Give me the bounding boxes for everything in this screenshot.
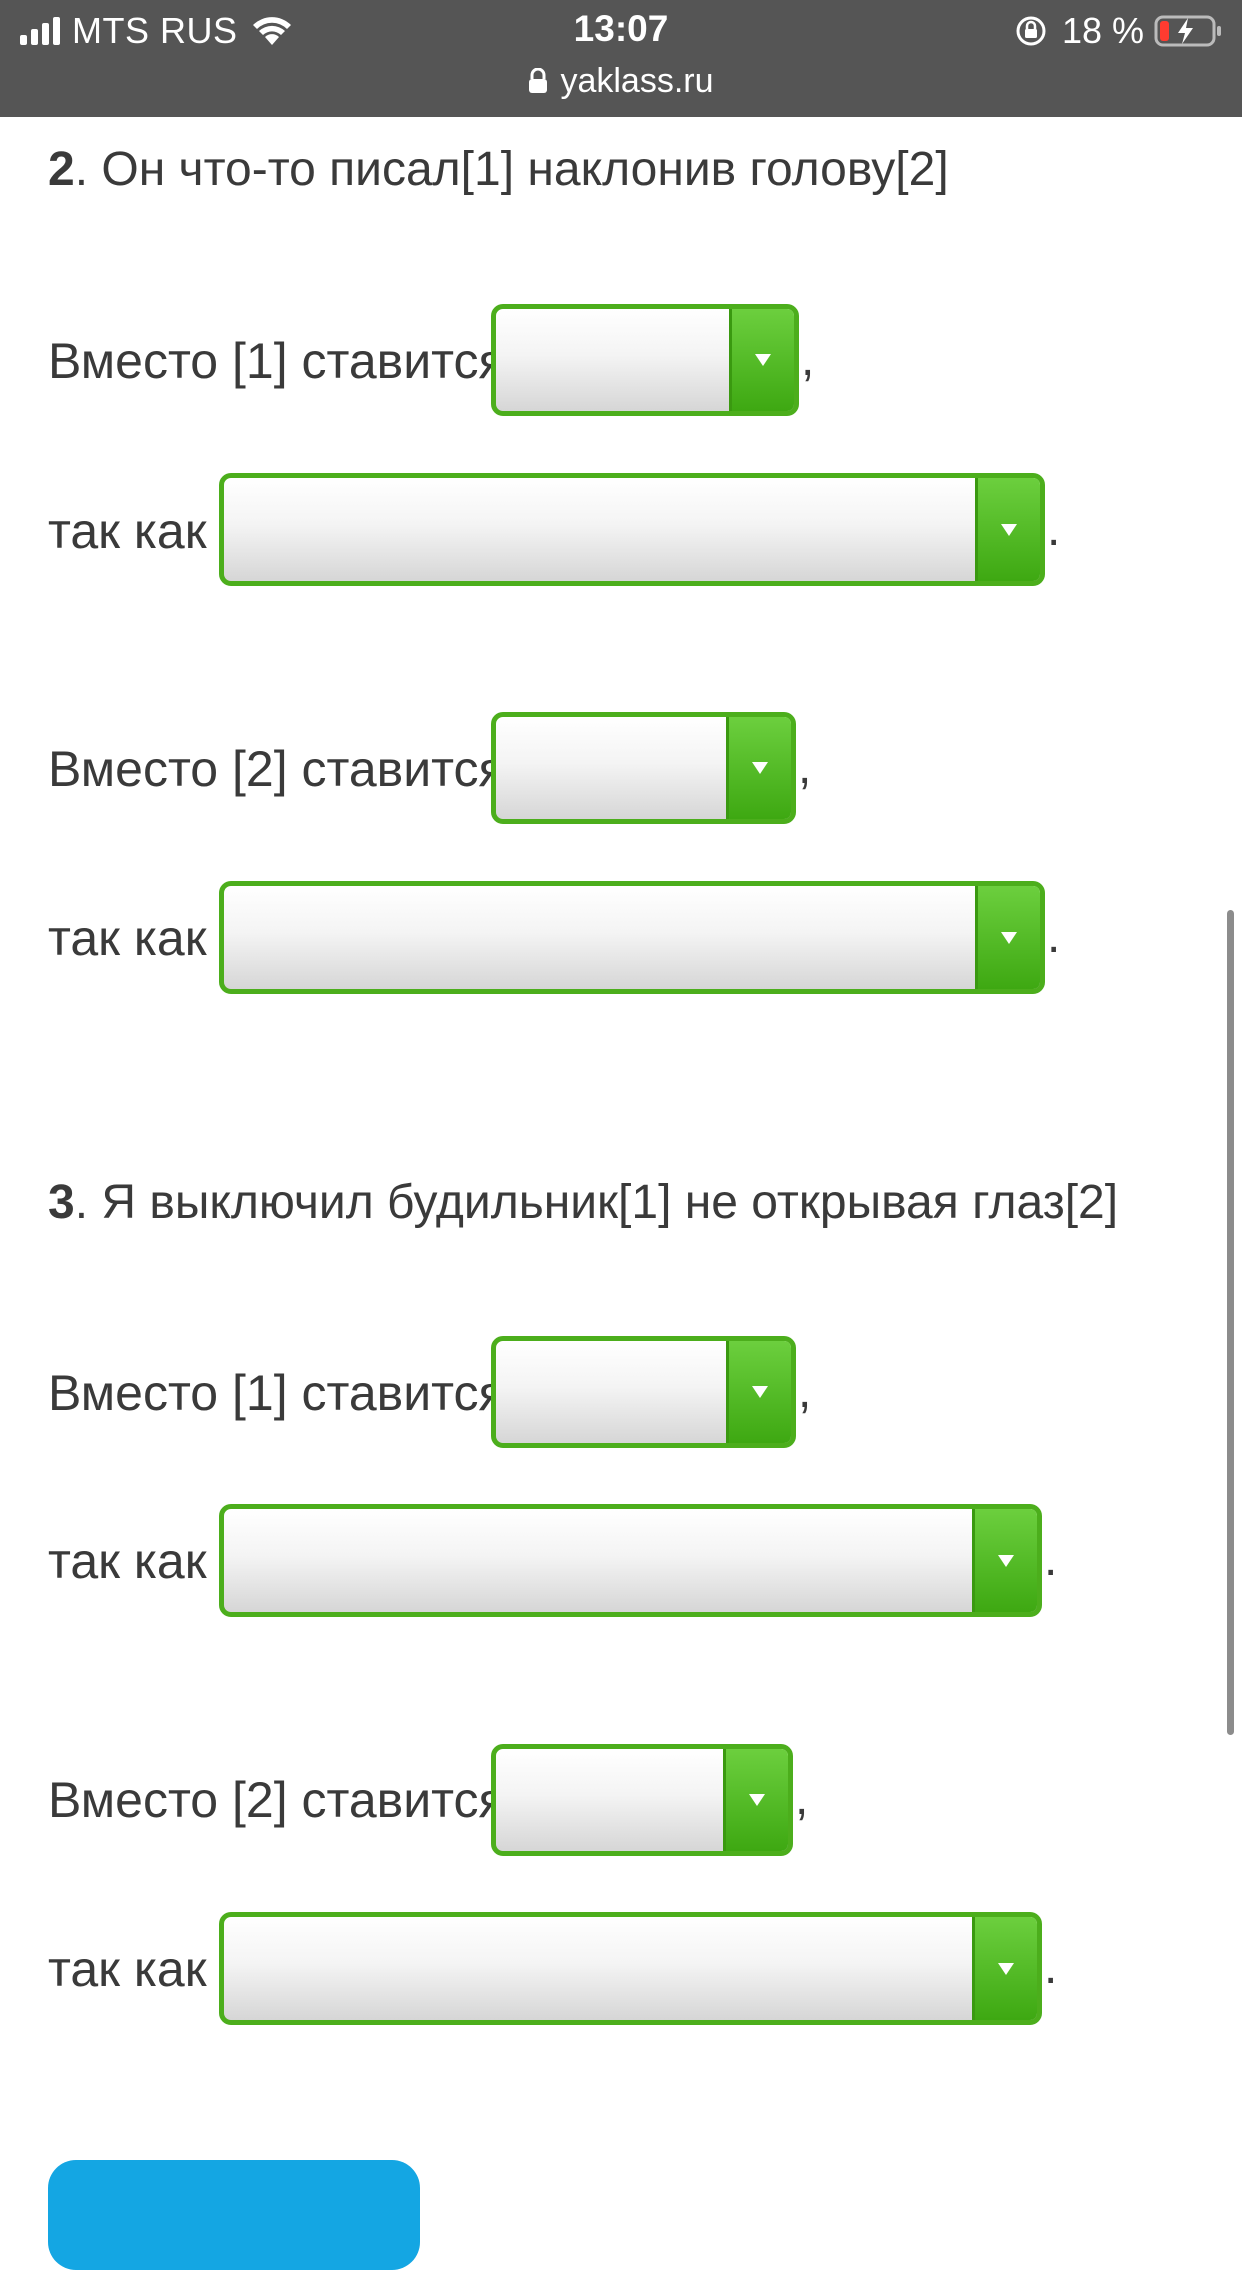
status-right: 18 % [1014,10,1224,52]
question-number: 3 [48,1176,75,1229]
reason-label: так как [48,910,207,966]
chevron-down-icon[interactable] [726,717,791,819]
reason-label: так как [48,1941,207,1997]
chevron-down-icon[interactable] [972,1509,1037,1612]
battery-charging-icon [1154,15,1221,47]
place-label: Вместо [1] ставится [48,333,506,389]
period: . [1047,503,1061,556]
period: . [1044,1533,1058,1586]
punctuation-select[interactable] [491,1744,793,1856]
url-text: yaklass.ru [560,61,714,100]
comma: , [798,1365,812,1418]
question-sentence: . Я выключил будильник[1] не открывая гл… [74,1176,1119,1229]
rotation-lock-icon [1016,16,1046,46]
battery-percent: 18 % [1061,10,1144,51]
punctuation-select[interactable] [491,712,796,824]
chevron-down-icon[interactable] [726,1341,791,1443]
reason-label: так как [48,503,207,559]
punctuation-select[interactable] [491,304,799,416]
comma: , [801,333,815,386]
scrollbar[interactable] [1227,910,1234,1735]
comma: , [795,1772,809,1825]
reason-select[interactable] [219,1912,1042,2025]
reason-select[interactable] [219,881,1045,994]
submit-button[interactable] [48,2160,420,2270]
question-3-title: 3. Я выключил будильник[1] не открывая г… [48,1179,1118,1227]
chevron-down-icon[interactable] [975,886,1040,989]
reason-select[interactable] [219,1504,1042,1617]
status-bar: MTS RUS 13:07 18 % yaklass.ru [0,0,1242,117]
chevron-down-icon[interactable] [975,478,1040,581]
chevron-down-icon[interactable] [723,1749,788,1851]
punctuation-select[interactable] [491,1336,796,1448]
reason-select[interactable] [219,473,1045,586]
question-number: 2 [48,143,75,196]
url-row[interactable]: yaklass.ru [0,58,1242,104]
place-label: Вместо [1] ставится [48,1365,506,1421]
period: . [1047,910,1061,963]
padlock-icon [529,68,548,93]
question-sentence: . Он что-то писал[1] наклонив голову[2] [74,143,949,196]
chevron-down-icon[interactable] [972,1917,1037,2020]
chevron-down-icon[interactable] [729,309,794,411]
place-label: Вместо [2] ставится [48,1772,506,1828]
place-label: Вместо [2] ставится [48,741,506,797]
question-2-title: 2. Он что-то писал[1] наклонив голову[2] [48,146,949,194]
reason-label: так как [48,1533,207,1589]
period: . [1044,1941,1058,1994]
comma: , [798,741,812,794]
